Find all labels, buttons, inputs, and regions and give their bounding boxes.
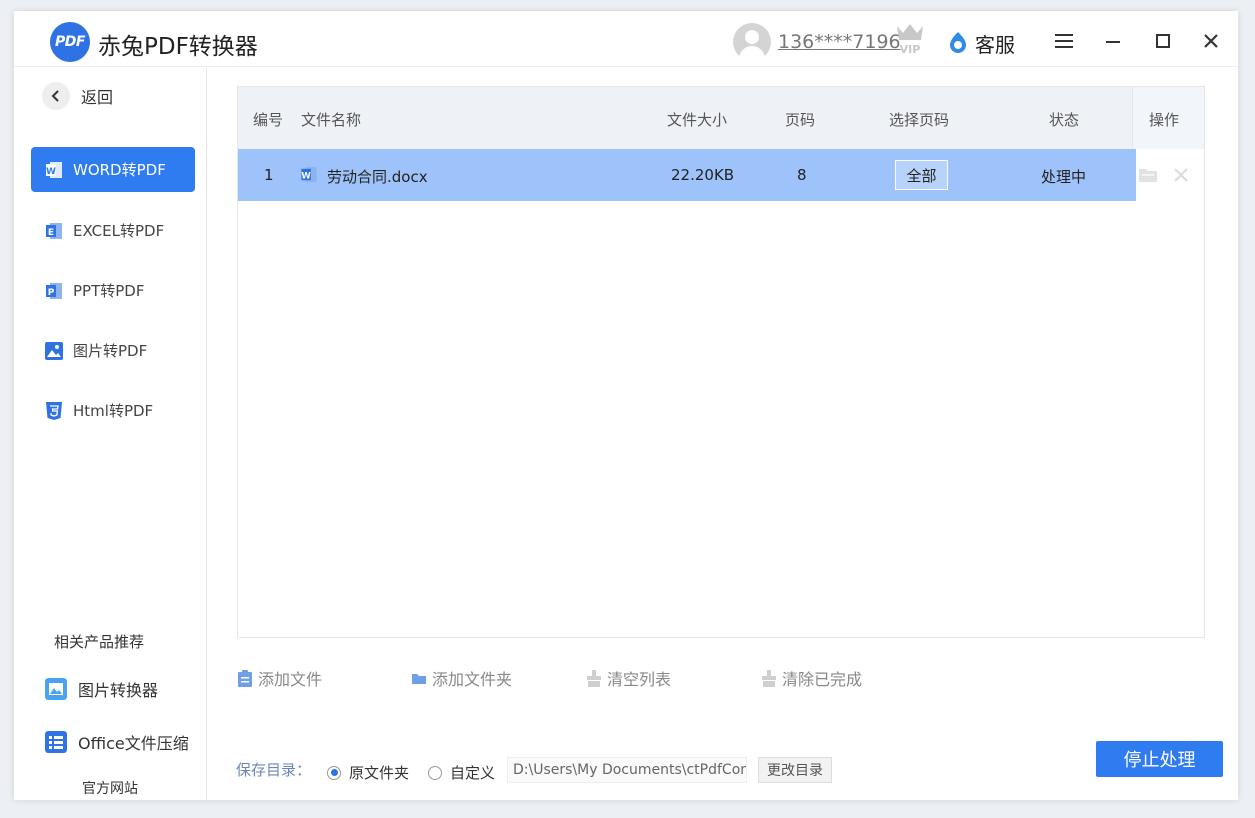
chevron-left-icon <box>51 90 59 102</box>
recommend-item-label: Office文件压缩 <box>78 734 189 753</box>
title-bar: PDF 赤兔PDF转换器 136****7196 VIP 客服 <box>14 11 1238 67</box>
radio-original-folder[interactable]: 原文件夹 <box>327 762 409 783</box>
save-dir-label: 保存目录： <box>236 761 312 779</box>
sidebar: 返回 W WORD转PDF E EXCEL转PDF P PPT转PDF 图片转P… <box>14 68 207 800</box>
back-button[interactable]: 返回 <box>42 82 113 110</box>
file-table: 编号 文件名称 文件大小 页码 选择页码 状态 操作 1 W 劳动合同.docx… <box>237 86 1205 638</box>
minimize-button[interactable] <box>1100 28 1126 54</box>
office-compress-icon <box>45 731 67 753</box>
sidebar-item-label: Html转PDF <box>73 402 154 420</box>
close-button[interactable] <box>1198 28 1224 54</box>
user-avatar[interactable] <box>733 23 771 61</box>
vip-badge-text: VIP <box>900 43 921 56</box>
clear-done-label: 清除已完成 <box>782 670 863 689</box>
recommend-item-label: 图片转换器 <box>78 681 159 700</box>
radio-label: 原文件夹 <box>349 764 410 782</box>
vip-crown-icon[interactable]: VIP <box>894 22 926 56</box>
recommend-image-converter[interactable]: 图片转换器 <box>45 677 158 701</box>
radio-unselected-icon <box>428 765 442 780</box>
save-path-field[interactable]: D:\Users\My Documents\ctPdfCon <box>507 757 747 783</box>
open-folder-icon[interactable] <box>1138 166 1158 184</box>
hamburger-icon <box>1055 34 1073 48</box>
broom-icon <box>587 669 601 687</box>
html5-icon <box>46 401 62 420</box>
sidebar-item-ppt-to-pdf[interactable]: P PPT转PDF <box>31 268 195 313</box>
minimize-icon <box>1106 41 1120 43</box>
app-logo: PDF <box>50 22 90 62</box>
stop-processing-button[interactable]: 停止处理 <box>1096 741 1223 777</box>
table-header: 编号 文件名称 文件大小 页码 选择页码 状态 操作 <box>238 87 1204 149</box>
sidebar-item-label: WORD转PDF <box>73 161 166 179</box>
clipboard-icon <box>238 669 252 687</box>
word-file-icon: W <box>301 166 317 183</box>
maximize-icon <box>1156 34 1170 48</box>
clear-list-label: 清空列表 <box>607 670 672 689</box>
add-folder-button[interactable]: 添加文件夹 <box>411 666 512 690</box>
sidebar-item-image-to-pdf[interactable]: 图片转PDF <box>31 328 195 373</box>
radio-label: 自定义 <box>450 764 496 782</box>
close-icon <box>1204 34 1218 48</box>
column-header-filename: 文件名称 <box>301 111 362 129</box>
excel-icon: E <box>46 222 62 239</box>
add-file-button[interactable]: 添加文件 <box>237 666 322 690</box>
sidebar-item-excel-to-pdf[interactable]: E EXCEL转PDF <box>31 208 195 253</box>
add-file-label: 添加文件 <box>258 670 323 689</box>
folder-icon <box>412 673 426 684</box>
sidebar-item-html-to-pdf[interactable]: Html转PDF <box>31 388 195 433</box>
sidebar-item-label: 图片转PDF <box>73 342 148 360</box>
clear-done-button[interactable]: 清除已完成 <box>761 666 862 690</box>
row-filename: 劳动合同.docx <box>327 168 428 186</box>
customer-service-label[interactable]: 客服 <box>975 29 1015 58</box>
column-header-actions: 操作 <box>1149 111 1180 129</box>
broom-icon <box>762 669 776 687</box>
customer-service-icon[interactable] <box>948 31 968 53</box>
column-header-page-select: 选择页码 <box>889 111 950 129</box>
image-converter-icon <box>45 678 67 700</box>
image-icon <box>45 341 63 360</box>
sidebar-item-label: EXCEL转PDF <box>73 222 165 240</box>
table-row[interactable]: 1 W 劳动合同.docx 22.20KB 8 全部 处理中 <box>238 149 1136 201</box>
svg-text:P: P <box>48 288 55 298</box>
svg-text:W: W <box>46 167 56 177</box>
sidebar-item-label: PPT转PDF <box>73 282 145 300</box>
menu-button[interactable] <box>1051 28 1077 54</box>
recommend-office-compress[interactable]: Office文件压缩 <box>45 730 189 754</box>
change-dir-button[interactable]: 更改目录 <box>758 757 832 783</box>
column-header-index: 编号 <box>253 111 284 129</box>
svg-text:W: W <box>301 171 311 181</box>
clear-list-button[interactable]: 清空列表 <box>586 666 671 690</box>
word-icon: W <box>46 161 62 178</box>
back-label: 返回 <box>81 88 114 107</box>
app-window: PDF 赤兔PDF转换器 136****7196 VIP 客服 返回 W WOR… <box>14 11 1238 800</box>
row-pages: 8 <box>797 166 807 184</box>
page-select-button[interactable]: 全部 <box>895 160 948 190</box>
column-header-size: 文件大小 <box>667 111 728 129</box>
sidebar-item-word-to-pdf[interactable]: W WORD转PDF <box>31 147 195 192</box>
column-header-status: 状态 <box>1049 111 1080 129</box>
username-link[interactable]: 136****7196 <box>778 31 901 53</box>
recommend-title: 相关产品推荐 <box>54 633 145 651</box>
remove-row-icon[interactable] <box>1173 167 1189 183</box>
add-folder-label: 添加文件夹 <box>432 670 513 689</box>
radio-custom-folder[interactable]: 自定义 <box>428 762 495 783</box>
official-site-link[interactable]: 官方网站 <box>82 778 138 798</box>
row-status: 处理中 <box>1041 168 1087 186</box>
row-index: 1 <box>264 166 274 184</box>
row-filesize: 22.20KB <box>671 166 735 184</box>
ppt-icon: P <box>46 282 62 299</box>
svg-text:E: E <box>48 228 54 238</box>
radio-selected-icon <box>327 765 341 780</box>
column-header-pages: 页码 <box>785 111 816 129</box>
app-title: 赤兔PDF转换器 <box>98 34 258 60</box>
maximize-button[interactable] <box>1150 28 1176 54</box>
